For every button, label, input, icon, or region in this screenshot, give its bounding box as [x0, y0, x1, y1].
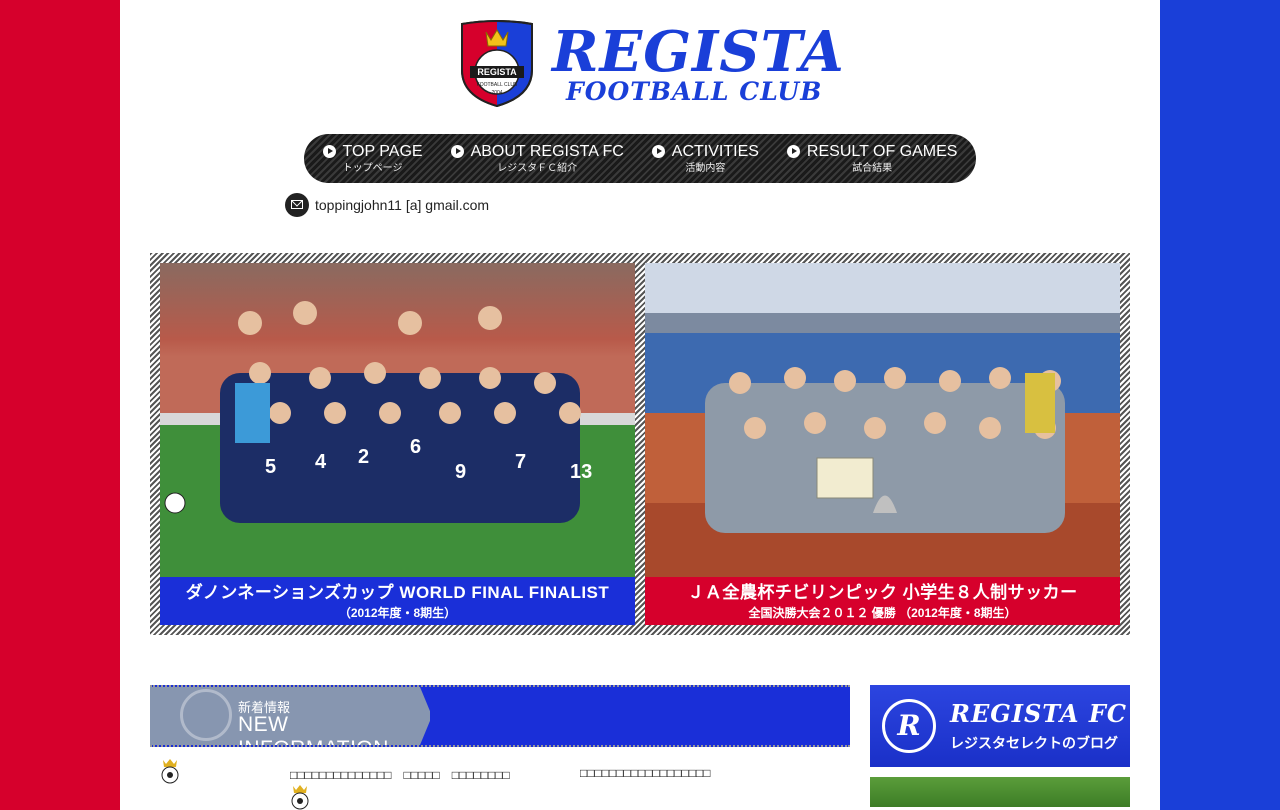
hero-caption-title: ダノンネーションズカップ WORLD FINAL FINALIST [185, 583, 610, 602]
svg-text:9: 9 [455, 461, 466, 483]
crest-text: REGISTA [477, 67, 517, 77]
hero-caption-sub: 全国決勝大会２０１２ 優勝 （2012年度・8期生） [748, 606, 1017, 620]
news-item-text[interactable]: □□□□□□□□□□□□□□□□□□ [580, 766, 710, 780]
hero-banner: 5 4 2 6 9 7 13 ダノンネーションズカップ WORLD FINAL FINALI… [150, 253, 1130, 635]
nav-label: ACTIVITIES [671, 142, 759, 160]
email-text: toppingjohn11 [a] gmail.com [315, 197, 490, 213]
crest-icon: REGISTA FOOTBALL CLUB 2004 [461, 20, 533, 108]
hero-caption-title: ＪＡ全農杯チビリンピック 小学生８人制サッカー [687, 583, 1078, 602]
nav-item-about[interactable]: ABOUT REGISTA FC レジスタＦＣ紹介 [437, 134, 638, 183]
site-logo[interactable]: REGISTA FOOTBALL CLUB 2004 REGISTA FOOTB… [456, 20, 844, 110]
news-header: 新着情報 NEW INFORMATION [150, 685, 850, 747]
team-photo: 5 4 2 6 9 7 13 [160, 263, 635, 577]
main-nav: TOP PAGE トップページ ABOUT REGISTA FC レジスタＦＣ紹… [304, 134, 976, 183]
sidebar-photo[interactable] [870, 777, 1130, 807]
arrow-right-icon [786, 145, 800, 158]
hero-caption-sub: （2012年度・8期生） [338, 606, 457, 620]
nav-sub-label: レジスタＦＣ紹介 [497, 162, 578, 174]
r-logo-watermark-icon [180, 689, 232, 741]
blog-banner-link[interactable]: R REGISTA FC レジスタセレクトのブログ [870, 685, 1130, 767]
logo-subtitle: FOOTBALL CLUB [566, 77, 823, 106]
arrow-right-icon [450, 145, 464, 158]
nav-label: ABOUT REGISTA FC [470, 142, 624, 160]
soccer-ball-icon [291, 785, 309, 810]
arrow-right-icon [651, 145, 665, 158]
svg-text:4: 4 [315, 451, 327, 473]
crest-sub: FOOTBALL CLUB [477, 82, 518, 88]
page-container: REGISTA FOOTBALL CLUB 2004 REGISTA FOOTB… [120, 0, 1160, 810]
nav-label: TOP PAGE [342, 142, 423, 160]
nav-label: RESULT OF GAMES [806, 142, 958, 160]
hero-panel-ja[interactable]: ＪＡ全農杯チビリンピック 小学生８人制サッカー 全国決勝大会２０１２ 優勝 （2… [645, 263, 1120, 625]
svg-text:7: 7 [515, 451, 526, 473]
svg-text:2: 2 [358, 446, 369, 468]
nav-item-results[interactable]: RESULT OF GAMES 試合結果 [773, 134, 972, 183]
contact-email: toppingjohn11 [a] gmail.com [285, 193, 489, 217]
svg-text:13: 13 [570, 461, 592, 483]
svg-text:5: 5 [265, 456, 276, 478]
logo-title: REGISTA [552, 19, 845, 85]
r-logo-icon: R [882, 699, 936, 753]
mail-icon [285, 193, 309, 217]
team-photo [645, 263, 1120, 577]
nav-sub-label: 試合結果 [852, 162, 893, 174]
svg-text:6: 6 [410, 436, 421, 458]
hero-panel-danone[interactable]: 5 4 2 6 9 7 13 ダノンネーションズカップ WORLD FINAL FINALI… [160, 263, 635, 625]
arrow-right-icon [322, 145, 336, 158]
hero-caption: ＪＡ全農杯チビリンピック 小学生８人制サッカー 全国決勝大会２０１２ 優勝 （2… [645, 577, 1120, 625]
nav-item-activities[interactable]: ACTIVITIES 活動内容 [638, 134, 773, 183]
blog-title: REGISTA FC [950, 699, 1127, 728]
crest-year: 2004 [491, 90, 502, 96]
nav-sub-label: トップページ [342, 162, 403, 174]
news-header-tab: 新着情報 NEW INFORMATION [150, 687, 430, 745]
news-title-en: NEW INFORMATION [238, 713, 389, 760]
hero-caption: ダノンネーションズカップ WORLD FINAL FINALIST （2012年… [160, 577, 635, 625]
nav-sub-label: 活動内容 [685, 162, 726, 174]
news-item-text[interactable]: □□□□□□□□□□□□□□ □□□□□ □□□□□□□□ [290, 766, 510, 783]
soccer-ball-icon [161, 759, 179, 784]
nav-item-top-page[interactable]: TOP PAGE トップページ [309, 134, 437, 183]
blog-subtitle: レジスタセレクトのブログ [950, 735, 1118, 751]
